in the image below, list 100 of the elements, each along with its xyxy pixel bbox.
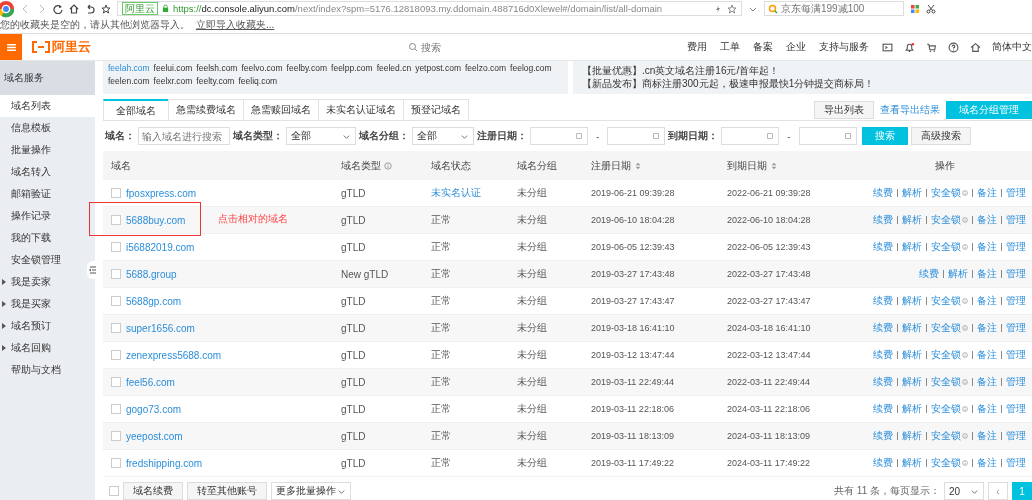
action-link[interactable]: 解析 [902, 213, 922, 227]
group-manage-button[interactable]: 域名分组管理 [946, 100, 1032, 119]
action-link[interactable]: 安全锁 [931, 240, 968, 254]
action-link[interactable]: 解析 [902, 456, 922, 470]
row-checkbox[interactable] [111, 431, 121, 441]
action-link[interactable]: 安全锁 [931, 294, 968, 308]
row-checkbox[interactable] [111, 323, 121, 333]
refresh-icon[interactable] [53, 3, 63, 14]
sidebar-item[interactable]: 批量操作 [0, 139, 95, 161]
action-link[interactable]: 管理 [1006, 456, 1026, 470]
action-link[interactable]: 管理 [1006, 402, 1026, 416]
row-checkbox[interactable] [111, 296, 121, 306]
status-link[interactable]: 未实名认证 [431, 186, 481, 200]
sidebar-item[interactable]: 域名转入 [0, 161, 95, 183]
sidebar-item[interactable]: 我是买家 [0, 293, 95, 315]
action-link[interactable]: 安全锁 [931, 456, 968, 470]
domain-link[interactable]: feelvo.com [241, 62, 283, 75]
action-link[interactable]: 安全锁 [931, 213, 968, 227]
action-link[interactable]: 续费 [873, 213, 893, 227]
sidebar-item[interactable]: 安全锁管理 [0, 249, 95, 271]
domain-link[interactable]: feelsh.com [196, 62, 238, 75]
batch-select[interactable]: 更多批量操作 [271, 482, 351, 500]
row-checkbox[interactable] [111, 377, 121, 387]
apps-icon[interactable] [910, 3, 920, 14]
page-button[interactable]: 1 [1012, 482, 1032, 500]
action-link[interactable]: 管理 [1006, 240, 1026, 254]
action-link[interactable]: 备注 [977, 294, 997, 308]
sidebar-item[interactable]: 我的下载 [0, 227, 95, 249]
action-link[interactable]: 安全锁 [931, 402, 968, 416]
tab[interactable]: 全部域名 [103, 99, 169, 120]
date-field[interactable] [721, 127, 780, 145]
action-link[interactable]: 解析 [948, 267, 968, 281]
home-icon[interactable] [69, 3, 79, 14]
cart-icon[interactable] [926, 41, 937, 53]
help-icon[interactable] [948, 41, 959, 53]
view-export-link[interactable]: 查看导出结果 [880, 102, 940, 117]
domain-link[interactable]: fredshipping.com [126, 457, 203, 469]
action-link[interactable]: 管理 [1006, 186, 1026, 200]
tab[interactable]: 预登记域名 [403, 99, 469, 120]
action-link[interactable]: 备注 [977, 375, 997, 389]
action-link[interactable]: 备注 [977, 213, 997, 227]
action-link[interactable]: 续费 [873, 402, 893, 416]
domain-link[interactable]: feeliq.com [238, 75, 278, 88]
action-link[interactable]: 备注 [977, 429, 997, 443]
action-link[interactable]: 管理 [1006, 375, 1026, 389]
browser-search-field[interactable]: 京东每满199减100 [764, 1, 904, 16]
domain-link[interactable]: feel56.com [126, 376, 175, 388]
language-link[interactable]: 简体中文 [992, 40, 1032, 54]
action-link[interactable]: 续费 [919, 267, 939, 281]
domain-link[interactable]: feelby.com [286, 62, 328, 75]
action-link[interactable]: 管理 [1006, 213, 1026, 227]
page-size-select[interactable]: 20 [944, 482, 984, 500]
domain-link[interactable]: feelah.com [108, 62, 150, 75]
action-link[interactable]: 解析 [902, 375, 922, 389]
sidebar-item[interactable]: 域名列表 [0, 95, 95, 117]
row-checkbox[interactable] [111, 215, 121, 225]
domain-link[interactable]: feeled.cn [376, 62, 412, 75]
action-link[interactable]: 解析 [902, 186, 922, 200]
nav-link[interactable]: 备案 [753, 40, 773, 54]
action-link[interactable]: 备注 [977, 186, 997, 200]
import-bookmarks-link[interactable]: 立即导入收藏夹... [196, 18, 275, 32]
row-checkbox[interactable] [111, 188, 121, 198]
row-checkbox[interactable] [111, 458, 121, 468]
row-checkbox[interactable] [111, 242, 121, 252]
menu-button[interactable] [0, 34, 22, 60]
action-link[interactable]: 续费 [873, 294, 893, 308]
domain-link[interactable]: i56882019.com [126, 241, 195, 253]
domain-link[interactable]: zenexpress5688.com [126, 349, 222, 361]
domain-link[interactable]: yetpost.com [415, 62, 461, 75]
sort-icon[interactable] [634, 161, 642, 170]
renew-button[interactable]: 域名续费 [123, 482, 183, 500]
action-link[interactable]: 续费 [873, 429, 893, 443]
action-link[interactable]: 备注 [977, 348, 997, 362]
browser-logo-icon[interactable] [0, 0, 15, 18]
domain-link[interactable]: 5688gp.com [126, 295, 182, 307]
sort-icon[interactable] [770, 161, 778, 170]
domain-link[interactable]: gogo73.com [126, 403, 182, 415]
sidebar-item[interactable]: 信息模板 [0, 117, 95, 139]
scissors-icon[interactable] [926, 3, 936, 14]
sidebar-item[interactable]: 域名预订 [0, 315, 95, 337]
sidebar-item[interactable]: 帮助与文档 [0, 359, 95, 381]
action-link[interactable]: 安全锁 [931, 375, 968, 389]
date-field[interactable] [530, 127, 588, 145]
domain-link[interactable]: feelpp.com [331, 62, 373, 75]
domain-link[interactable]: feelzo.com [464, 62, 507, 75]
domain-link[interactable]: super1656.com [126, 322, 195, 334]
type-select[interactable]: 全部 [286, 127, 356, 145]
action-link[interactable]: 管理 [1006, 429, 1026, 443]
collapse-handle[interactable] [87, 261, 99, 279]
domain-search-field[interactable]: 输入域名进行搜索 [138, 127, 230, 145]
address-bar[interactable]: 阿里云 https://dc.console.aliyun.com/next/index?spm=5176.12818093.my.ddomain.488716d0Xlewel#/domain/list/all-domain [117, 1, 742, 16]
search-button[interactable]: 搜索 [861, 127, 908, 145]
forward-icon[interactable] [37, 3, 47, 14]
undo-icon[interactable] [85, 3, 95, 14]
action-link[interactable]: 解析 [902, 294, 922, 308]
export-button[interactable]: 导出列表 [814, 100, 874, 119]
row-checkbox[interactable] [111, 269, 121, 279]
sidebar-item[interactable]: 邮箱验证 [0, 183, 95, 205]
bell-icon[interactable] [904, 41, 915, 53]
action-link[interactable]: 管理 [1006, 267, 1026, 281]
